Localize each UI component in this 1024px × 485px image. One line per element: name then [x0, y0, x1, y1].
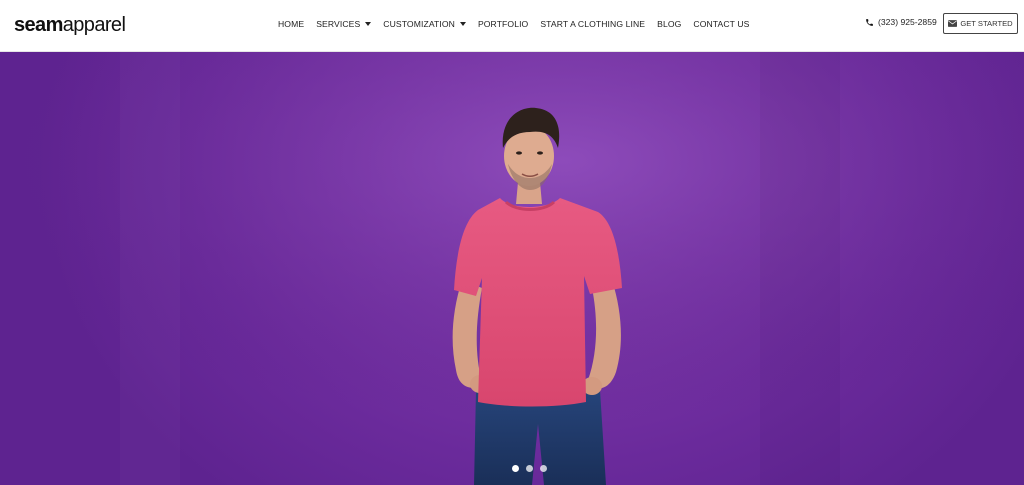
nav-start-clothing-line-label: START A CLOTHING LINE [540, 19, 646, 29]
hero-slider [0, 52, 1024, 485]
nav-services-label: SERVICES [316, 19, 361, 29]
logo-text-light: apparel [62, 14, 126, 36]
nav-portfolio-label: PORTFOLIO [477, 19, 529, 29]
caret-down-icon [365, 22, 372, 26]
main-nav: HOME SERVICES CUSTOMIZATION PORTFOLIO ST… [278, 0, 761, 48]
phone-icon [866, 18, 873, 26]
site-header: seamapparel HOME SERVICES CUSTOMIZATION … [0, 0, 1024, 52]
nav-contact-us[interactable]: CONTACT US [693, 19, 749, 29]
phone-number: (323) 925-2859 [878, 17, 937, 27]
nav-blog[interactable]: BLOG [657, 19, 681, 29]
nav-services[interactable]: SERVICES [316, 19, 372, 29]
slider-dots [512, 465, 554, 472]
get-started-button[interactable]: GET STARTED [943, 13, 1018, 34]
nav-contact-us-label: CONTACT US [693, 19, 750, 29]
phone-link[interactable]: (323) 925-2859 [865, 17, 937, 27]
nav-blog-label: BLOG [657, 19, 682, 29]
hero-image [0, 52, 1024, 485]
brand-logo[interactable]: seamapparel [14, 13, 126, 37]
logo-text-bold: seam [14, 14, 63, 36]
nav-customization-label: CUSTOMIZATION [383, 19, 455, 29]
nav-home-label: HOME [278, 19, 305, 29]
nav-customization[interactable]: CUSTOMIZATION [383, 19, 466, 29]
nav-start-clothing-line[interactable]: START A CLOTHING LINE [540, 19, 645, 29]
nav-home[interactable]: HOME [278, 19, 304, 29]
get-started-label: GET STARTED [960, 19, 1013, 28]
slider-dot-3[interactable] [540, 465, 547, 472]
slider-dot-1[interactable] [512, 465, 519, 472]
envelope-icon [948, 20, 958, 27]
nav-portfolio[interactable]: PORTFOLIO [478, 19, 528, 29]
caret-down-icon [459, 22, 466, 26]
slider-dot-2[interactable] [526, 465, 533, 472]
